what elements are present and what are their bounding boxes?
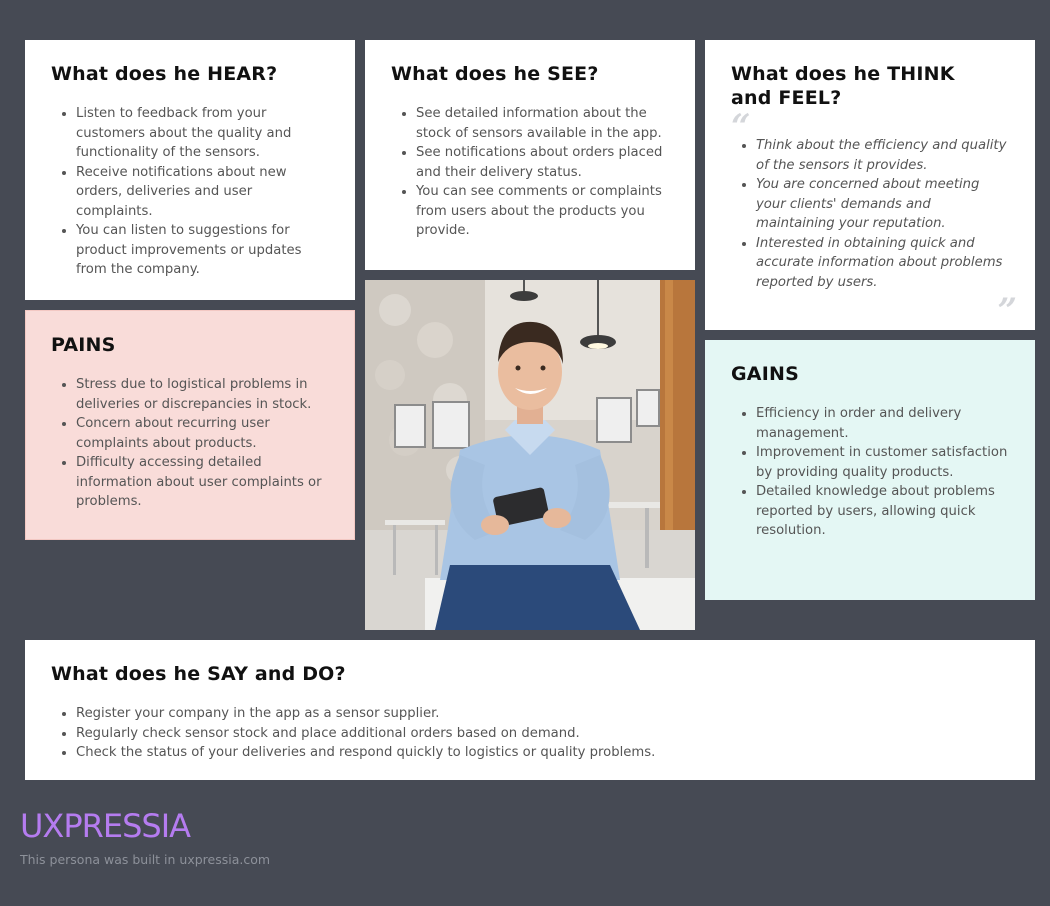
list-item: See notifications about orders placed an… (416, 143, 669, 182)
list-item: You are concerned about meeting your cli… (756, 175, 1009, 234)
persona-photo-illustration (365, 280, 695, 630)
say-do-card: What does he SAY and DO? Register your c… (25, 640, 1035, 780)
list-item: Receive notifications about new orders, … (76, 163, 329, 222)
open-quote-icon: “ (731, 107, 751, 147)
list-item: Detailed knowledge about problems report… (756, 482, 1009, 541)
see-title: What does he SEE? (391, 63, 599, 85)
hear-title: What does he HEAR? (51, 63, 278, 85)
list-item: Regularly check sensor stock and place a… (76, 724, 1009, 744)
see-card: What does he SEE? See detailed informati… (365, 40, 695, 270)
list-item: Listen to feedback from your customers a… (76, 104, 329, 163)
pains-title: PAINS (51, 334, 116, 356)
gains-title: GAINS (731, 363, 799, 385)
think-feel-list: Think about the efficiency and quality o… (731, 136, 1009, 292)
pains-card: PAINS Stress due to logistical problems … (25, 310, 355, 540)
list-item: Difficulty accessing detailed informatio… (76, 453, 328, 512)
list-item: Interested in obtaining quick and accura… (756, 234, 1009, 293)
list-item: You can see comments or complaints from … (416, 182, 669, 241)
list-item: Check the status of your deliveries and … (76, 743, 1009, 763)
gains-list: Efficiency in order and delivery managem… (731, 404, 1009, 541)
hear-card: What does he HEAR? Listen to feedback fr… (25, 40, 355, 300)
think-feel-card: What does he THINK and FEEL? “ Think abo… (705, 40, 1035, 330)
list-item: Concern about recurring user complaints … (76, 414, 328, 453)
uxpressia-logo[interactable]: UXPRESSIA (20, 806, 191, 846)
close-quote-icon: ” (997, 294, 1017, 320)
list-item: Register your company in the app as a se… (76, 704, 1009, 724)
pains-list: Stress due to logistical problems in del… (51, 375, 328, 512)
gains-card: GAINS Efficiency in order and delivery m… (705, 340, 1035, 600)
list-item: Think about the efficiency and quality o… (756, 136, 1009, 175)
see-list: See detailed information about the stock… (391, 104, 669, 241)
footer-note: This persona was built in uxpressia.com (20, 852, 271, 867)
list-item: Improvement in customer satisfaction by … (756, 443, 1009, 482)
hear-list: Listen to feedback from your customers a… (51, 104, 329, 280)
list-item: You can listen to suggestions for produc… (76, 221, 329, 280)
list-item: Stress due to logistical problems in del… (76, 375, 328, 414)
list-item: See detailed information about the stock… (416, 104, 669, 143)
think-feel-title: What does he THINK and FEEL? (731, 63, 955, 109)
persona-photo (365, 280, 695, 630)
list-item: Efficiency in order and delivery managem… (756, 404, 1009, 443)
say-do-title: What does he SAY and DO? (51, 663, 346, 685)
say-do-list: Register your company in the app as a se… (51, 704, 1009, 763)
